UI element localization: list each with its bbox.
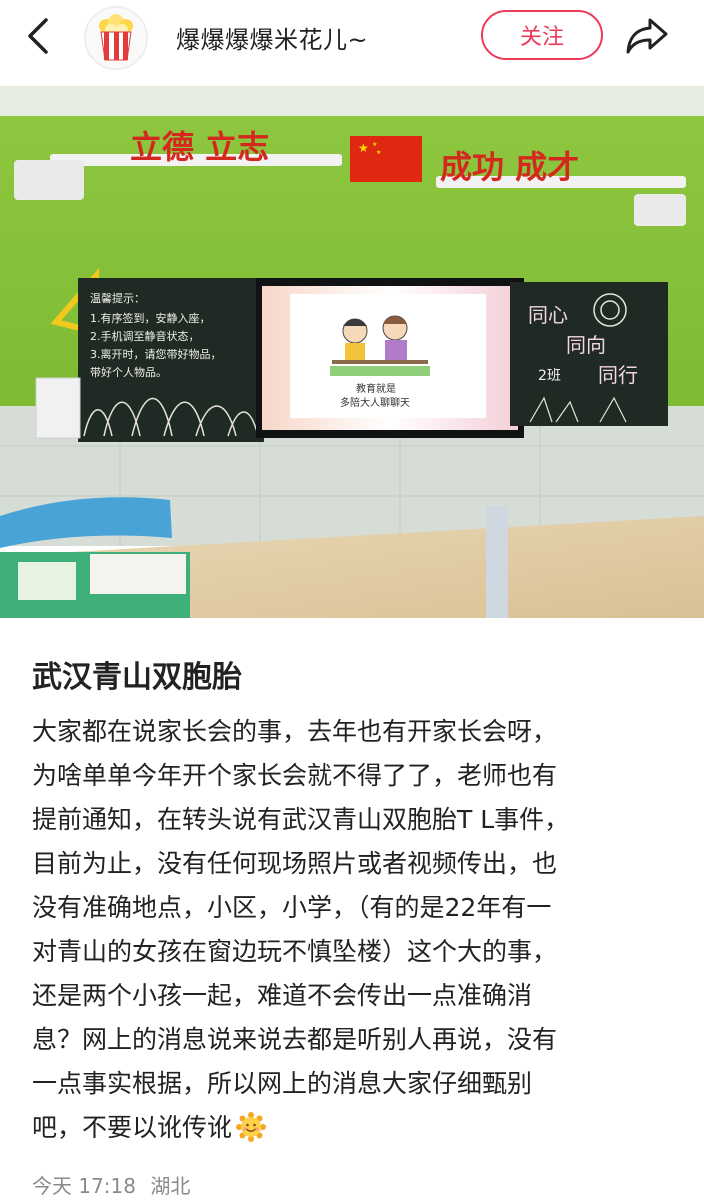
username[interactable]: 爆爆爆爆米花儿~: [176, 20, 368, 55]
svg-text:★: ★: [358, 141, 369, 155]
svg-text:★: ★: [372, 141, 377, 148]
svg-text:带好个人物品。: 带好个人物品。: [90, 365, 167, 379]
body-line: 对青山的女孩在窗边玩不慎坠楼）这个大的事，: [32, 937, 558, 966]
svg-text:1.有序签到，安静入座，: 1.有序签到，安静入座，: [90, 311, 211, 325]
svg-text:★: ★: [376, 149, 381, 156]
body-line: 大家都在说家长会的事，去年也有开家长会呀，: [32, 717, 558, 746]
popcorn-icon: [99, 14, 133, 61]
svg-text:多陪大人聊聊天: 多陪大人聊聊天: [340, 396, 410, 409]
body-line: 没有准确地点，小区，小学，（有的是22年有一: [32, 893, 552, 922]
post-photo[interactable]: 立德 立志 ★ ★ ★ 成功 成才 温馨提示： 1.有序签到，安静入座， 2.手…: [0, 86, 704, 618]
avatar[interactable]: [84, 6, 148, 70]
body-line: 息？网上的消息说来说去都是听别人再说，没有: [32, 1025, 558, 1054]
svg-text:3.离开时，请您带好物品，: 3.离开时，请您带好物品，: [90, 347, 222, 361]
post-location: 湖北: [150, 1174, 191, 1198]
slogan-right: 成功 成才: [440, 148, 579, 186]
svg-text:2.手机调至静音状态，: 2.手机调至静音状态，: [90, 329, 200, 343]
svg-text:2班: 2班: [538, 368, 561, 384]
post-body: 大家都在说家长会的事，去年也有开家长会呀， 为啥单单今年开个家长会就不得了了，老…: [32, 710, 682, 1150]
smiling-sun-emoji-icon: [236, 1112, 267, 1142]
body-line: 目前为止，没有任何现场照片或者视频传出，也: [32, 849, 558, 878]
back-button[interactable]: [20, 14, 60, 58]
body-line: 还是两个小孩一起，难道不会传出一点准确消: [32, 981, 533, 1010]
body-line: 提前通知，在转头说有武汉青山双胞胎T L事件，: [32, 805, 570, 834]
classroom-photo: 立德 立志 ★ ★ ★ 成功 成才 温馨提示： 1.有序签到，安静入座， 2.手…: [0, 86, 704, 618]
top-bar: 爆爆爆爆米花儿~ 关注: [0, 0, 704, 86]
svg-text:温馨提示：: 温馨提示：: [90, 291, 145, 305]
svg-text:同心: 同心: [528, 303, 568, 327]
post-title: 武汉青山双胞胎: [32, 660, 242, 695]
share-button[interactable]: [622, 12, 672, 58]
follow-button[interactable]: 关注: [481, 10, 603, 60]
body-line-last: 吧，不要以讹传讹: [32, 1106, 682, 1150]
post-date: 今天 17:18: [32, 1174, 136, 1198]
post-meta: 今天 17:18 湖北: [32, 1170, 198, 1199]
slogan-left: 立德 立志: [130, 128, 269, 166]
svg-text:同向: 同向: [566, 333, 606, 357]
chevron-left-icon: [28, 18, 48, 54]
body-line: 一点事实根据，所以网上的消息大家仔细甄别: [32, 1069, 533, 1098]
svg-text:同行: 同行: [598, 363, 638, 387]
svg-text:教育就是: 教育就是: [356, 382, 396, 395]
share-arrow-icon: [626, 18, 668, 54]
body-line: 为啥单单今年开个家长会就不得了了，老师也有: [32, 761, 558, 790]
body-last-text: 吧，不要以讹传讹: [32, 1113, 233, 1142]
